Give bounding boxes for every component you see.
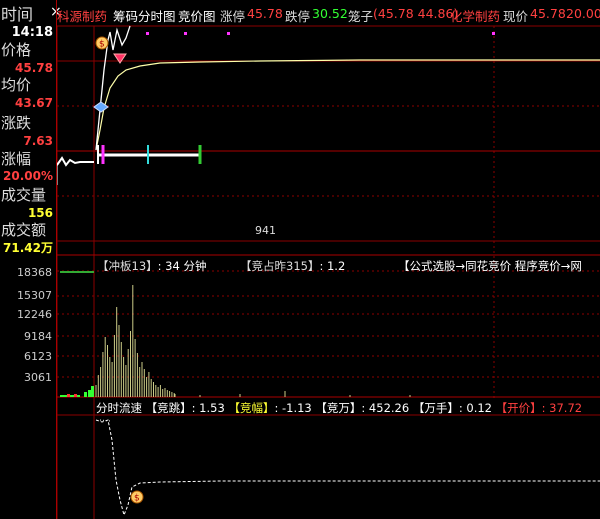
price-label: 价格 <box>1 41 32 59</box>
volume-bars <box>95 285 411 397</box>
flow-header: 分时流速 【竞跳】: 1.53 【竞幅】: -1.13 【竞万】: 452.26… <box>96 400 582 416</box>
change-label: 涨跌 <box>1 114 32 132</box>
avg-label: 均价 <box>1 76 32 94</box>
jump-label: 【竞跳】 <box>145 401 192 415</box>
volume-axis-label: 3061 <box>24 371 52 384</box>
limit-down-label: 跌停 <box>285 9 311 24</box>
hand-value: : 0.12 <box>458 401 492 415</box>
tab-stock-name[interactable]: 科源制药 <box>57 6 107 25</box>
svg-text:$: $ <box>134 494 140 504</box>
time-label: 时间 <box>1 5 34 24</box>
volume-axis-label: 6123 <box>24 350 52 363</box>
amp-label: 【竞幅】 <box>228 401 275 415</box>
auction-line <box>56 156 94 167</box>
price-value: 45.78 <box>15 61 53 75</box>
avg-price-line <box>95 59 600 151</box>
svg-text:$: $ <box>99 40 105 50</box>
open-value: : 37.72 <box>541 401 583 415</box>
change-value: 7.63 <box>23 134 53 148</box>
limit-up-label: 涨停 <box>220 9 246 24</box>
tab-auction-chart[interactable]: 竞价图 <box>178 6 216 25</box>
current-value: 45.78 <box>530 6 566 21</box>
quote-sidebar: 时间 14:18 价格 45.78 均价 43.67 涨跌 7.63 涨幅 20… <box>0 0 57 519</box>
event-markers <box>146 32 495 35</box>
jump-value: : 1.53 <box>191 401 225 415</box>
hand-label: 【万手】 <box>412 401 459 415</box>
volume-axis-label: 18368 <box>17 266 52 279</box>
limit-up-value: 45.78 <box>247 6 283 21</box>
amount-value: 71.42万 <box>3 241 53 255</box>
pct-value: 20.00% <box>3 169 53 183</box>
amount-label: 成交额 <box>1 221 47 239</box>
wan-value: : 452.26 <box>361 401 410 415</box>
seal-value: : 34 分钟 <box>157 259 207 273</box>
money-bag-icon: $ <box>130 490 144 504</box>
flow-speed-line <box>95 419 600 517</box>
current-label: 现价 <box>503 9 529 24</box>
volume-axis-label: 9184 <box>24 330 52 343</box>
current-pct: 20.00% <box>566 6 600 21</box>
ratio-info: 【竞占昨315】: 1.2 <box>240 258 345 274</box>
title-bar: × 科源制药 筹码分时图 竞价图 涨停 45.78 跌停 30.52 笼子 (4… <box>50 0 600 26</box>
formula-link[interactable]: 【公式选股→同花竞价 程序竞价→网 <box>398 258 582 274</box>
limit-down-value: 30.52 <box>312 6 348 21</box>
volume-value: 156 <box>27 206 53 220</box>
money-bag-icon: $ <box>95 36 109 50</box>
flow-title: 分时流速 <box>96 401 142 415</box>
volume-label: 成交量 <box>1 186 47 204</box>
sell-marker-icon <box>113 53 127 64</box>
tab-chip-chart[interactable]: 筹码分时图 <box>113 6 176 25</box>
time-value: 14:18 <box>11 25 53 40</box>
industry-label[interactable]: 化学制药 <box>450 6 500 25</box>
cage-label: 笼子 <box>348 9 374 24</box>
volume-marker: 941 <box>255 224 276 237</box>
avg-value: 43.67 <box>15 96 53 110</box>
ratio-label: 【竞占昨315】 <box>240 259 320 273</box>
cage-value: (45.78 44.86) <box>373 6 459 21</box>
amp-value: : -1.13 <box>274 401 312 415</box>
wan-label: 【竞万】 <box>315 401 362 415</box>
pct-label: 涨幅 <box>1 150 32 168</box>
volume-axis-label: 15307 <box>17 289 52 302</box>
open-label: 【开价】 <box>495 401 542 415</box>
volume-axis-label: 12246 <box>17 308 52 321</box>
seal-label: 【冲板13】 <box>97 259 158 273</box>
ratio-value: : 1.2 <box>319 259 346 273</box>
seal-info: 【冲板13】: 34 分钟 <box>97 258 206 274</box>
